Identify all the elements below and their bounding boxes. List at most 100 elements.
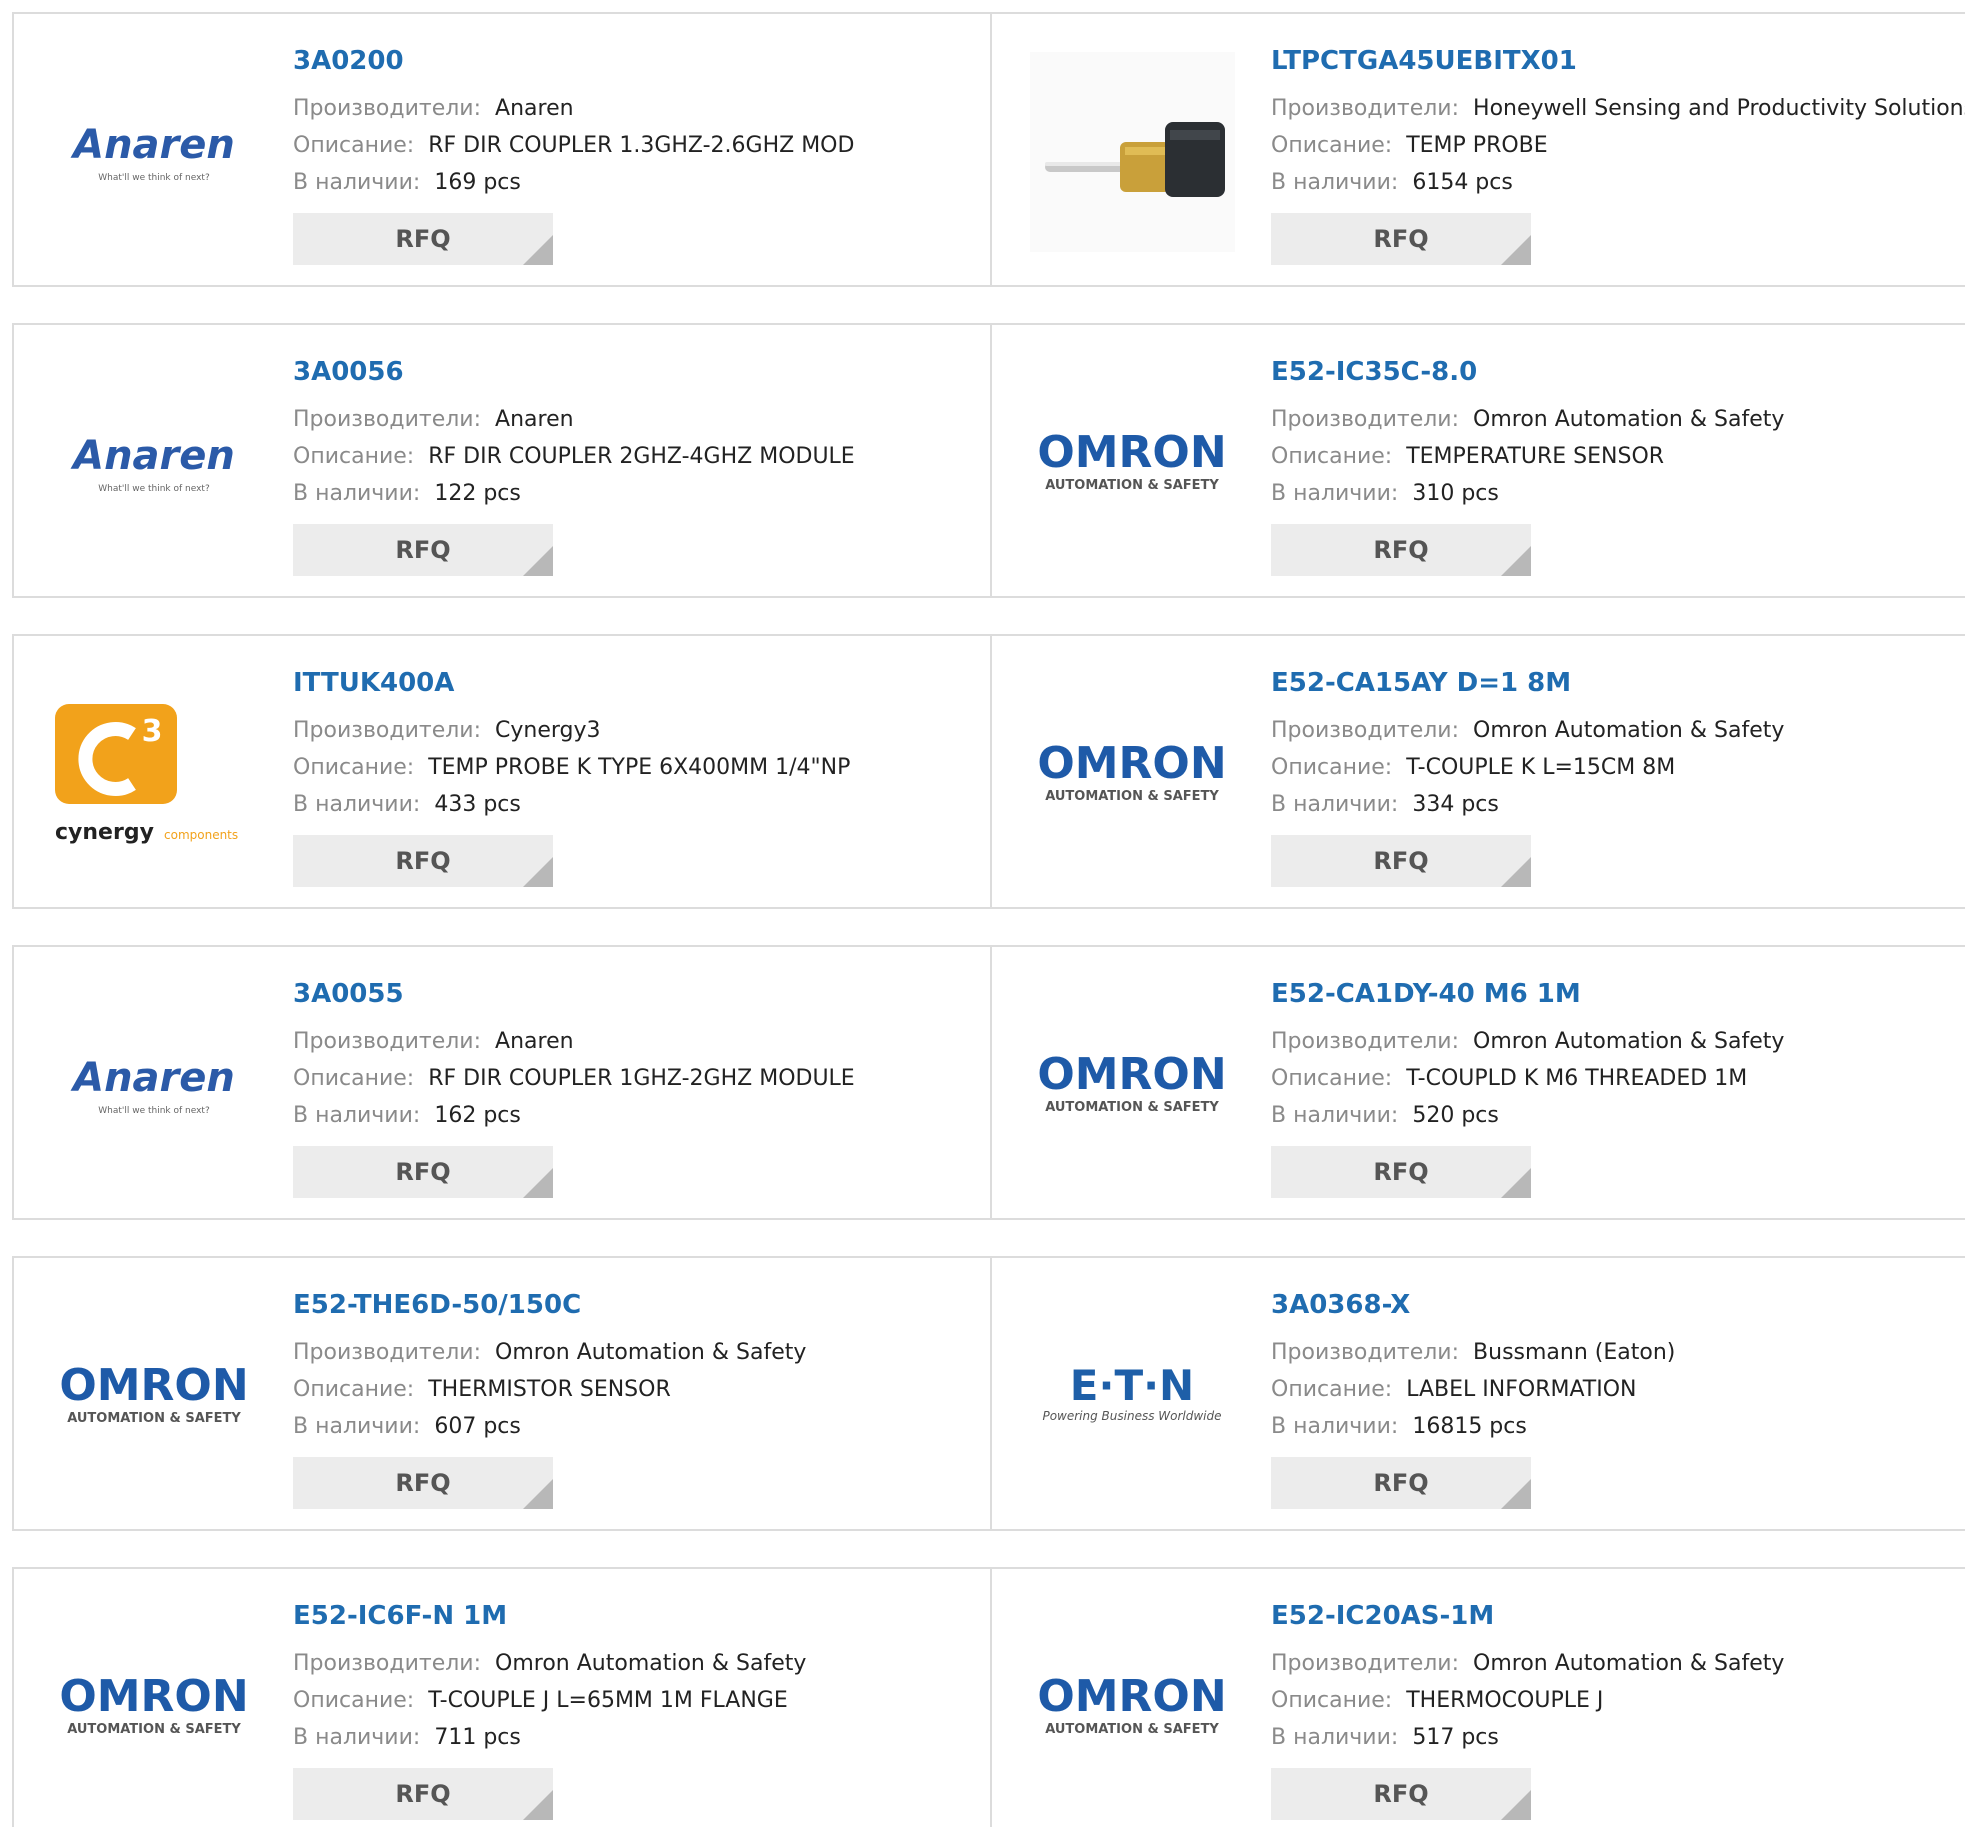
stock-label: В наличии: — [293, 1103, 421, 1128]
rfq-button[interactable]: RFQ — [293, 1146, 553, 1198]
manufacturer-value: Omron Automation & Safety — [1473, 407, 1785, 432]
manufacturer-label: Производители: — [293, 407, 482, 432]
svg-text:AUTOMATION & SAFETY: AUTOMATION & SAFETY — [1045, 789, 1219, 804]
stock-label: В наличии: — [1271, 792, 1399, 817]
description-line: Описание: TEMPERATURE SENSOR — [1271, 438, 1965, 475]
part-number-link[interactable]: E52-CA15AY D=1 8M — [1271, 666, 1965, 700]
description-line: Описание: TEMP PROBE K TYPE 6X400MM 1/4"N… — [293, 749, 990, 786]
svg-text:AUTOMATION & SAFETY: AUTOMATION & SAFETY — [1045, 1100, 1219, 1115]
manufacturer-value: Cynergy3 — [495, 718, 601, 743]
description-value: TEMPERATURE SENSOR — [1406, 444, 1665, 469]
stock-line: В наличии: 122 pcs — [293, 475, 990, 512]
product-info: 3A0368-X Производители: Bussmann (Eaton) … — [1271, 1288, 1965, 1445]
anaren-logo[interactable]: Anaren What'll we think of next? — [52, 985, 257, 1185]
svg-text:3: 3 — [142, 714, 163, 749]
eaton-logo[interactable]: E·T·N Powering Business Worldwide — [1030, 1296, 1235, 1496]
corner-triangle-icon — [1501, 1479, 1531, 1509]
cynergy3-logo[interactable]: 3 cynergy components — [52, 674, 257, 874]
description-line: Описание: THERMOCOUPLE J — [1271, 1682, 1965, 1719]
part-number-link[interactable]: E52-THE6D-50/150C — [293, 1288, 990, 1322]
product-info: E52-CA1DY-40 M6 1M Производители: Omron A… — [1271, 977, 1965, 1134]
product-card: OMRON AUTOMATION & SAFETY E52-IC35C-8.0 … — [992, 325, 1965, 596]
omron-logo[interactable]: OMRON AUTOMATION & SAFETY — [52, 1296, 257, 1496]
part-number-link[interactable]: LTPCTGA45UEBITX01 — [1271, 44, 1965, 78]
part-number-link[interactable]: 3A0368-X — [1271, 1288, 1965, 1322]
description-line: Описание: T-COUPLE J L=65MM 1M FLANGE — [293, 1682, 990, 1719]
product-card: OMRON AUTOMATION & SAFETY E52-CA1DY-40 M… — [992, 947, 1965, 1218]
manufacturer-line: Производители: Omron Automation & Safety — [1271, 712, 1965, 749]
product-info: ITTUK400A Производители: Cynergy3 Описани… — [293, 666, 990, 823]
product-info: E52-THE6D-50/150C Производители: Omron Au… — [293, 1288, 990, 1445]
description-line: Описание: LABEL INFORMATION — [1271, 1371, 1965, 1408]
manufacturer-label: Производители: — [1271, 96, 1460, 121]
rfq-label: RFQ — [395, 536, 451, 564]
product-card: 3 cynergy components ITTUK400A Производи… — [14, 636, 992, 907]
stock-value: 169 pcs — [434, 170, 521, 195]
anaren-logo[interactable]: Anaren What'll we think of next? — [52, 52, 257, 252]
part-number-link[interactable]: 3A0056 — [293, 355, 990, 389]
stock-value: 334 pcs — [1412, 792, 1499, 817]
description-line: Описание: THERMISTOR SENSOR — [293, 1371, 990, 1408]
description-label: Описание: — [1271, 1377, 1393, 1402]
part-number-link[interactable]: E52-IC20AS-1M — [1271, 1599, 1965, 1633]
stock-value: 607 pcs — [434, 1414, 521, 1439]
anaren-logo[interactable]: Anaren What'll we think of next? — [52, 363, 257, 563]
product-card: OMRON AUTOMATION & SAFETY E52-CA15AY D=1… — [992, 636, 1965, 907]
omron-logo[interactable]: OMRON AUTOMATION & SAFETY — [52, 1607, 257, 1807]
rfq-button[interactable]: RFQ — [293, 524, 553, 576]
product-row: Anaren What'll we think of next? 3A0200 … — [12, 12, 1965, 287]
rfq-label: RFQ — [1373, 1469, 1429, 1497]
rfq-button[interactable]: RFQ — [1271, 213, 1531, 265]
rfq-label: RFQ — [1373, 1780, 1429, 1808]
part-number-link[interactable]: E52-IC6F-N 1M — [293, 1599, 990, 1633]
manufacturer-line: Производители: Anaren — [293, 1023, 990, 1060]
rfq-label: RFQ — [1373, 847, 1429, 875]
svg-text:What'll we think of next?: What'll we think of next? — [98, 484, 210, 494]
part-number-link[interactable]: 3A0055 — [293, 977, 990, 1011]
description-label: Описание: — [1271, 444, 1393, 469]
description-value: LABEL INFORMATION — [1406, 1377, 1637, 1402]
stock-line: В наличии: 433 pcs — [293, 786, 990, 823]
svg-text:AUTOMATION & SAFETY: AUTOMATION & SAFETY — [1045, 1722, 1219, 1737]
svg-text:OMRON: OMRON — [59, 1360, 248, 1411]
rfq-button[interactable]: RFQ — [1271, 1457, 1531, 1509]
rfq-button[interactable]: RFQ — [293, 1457, 553, 1509]
product-card: Anaren What'll we think of next? 3A0200 … — [14, 14, 992, 285]
corner-triangle-icon — [1501, 235, 1531, 265]
rfq-button[interactable]: RFQ — [293, 1768, 553, 1820]
manufacturer-label: Производители: — [293, 718, 482, 743]
rfq-button[interactable]: RFQ — [293, 835, 553, 887]
omron-logo[interactable]: OMRON AUTOMATION & SAFETY — [1030, 674, 1235, 874]
description-line: Описание: TEMP PROBE — [1271, 127, 1965, 164]
stock-label: В наличии: — [1271, 1725, 1399, 1750]
description-line: Описание: RF DIR COUPLER 1GHZ-2GHZ MODULE — [293, 1060, 990, 1097]
part-number-link[interactable]: ITTUK400A — [293, 666, 990, 700]
probe-photo-logo[interactable] — [1030, 52, 1235, 252]
product-info: E52-CA15AY D=1 8M Производители: Omron Au… — [1271, 666, 1965, 823]
omron-logo[interactable]: OMRON AUTOMATION & SAFETY — [1030, 363, 1235, 563]
manufacturer-value: Omron Automation & Safety — [495, 1651, 807, 1676]
product-card: Anaren What'll we think of next? 3A0056 … — [14, 325, 992, 596]
rfq-button[interactable]: RFQ — [1271, 524, 1531, 576]
product-card: OMRON AUTOMATION & SAFETY E52-IC6F-N 1M … — [14, 1569, 992, 1827]
omron-logo[interactable]: OMRON AUTOMATION & SAFETY — [1030, 985, 1235, 1185]
manufacturer-value: Omron Automation & Safety — [1473, 1029, 1785, 1054]
omron-logo[interactable]: OMRON AUTOMATION & SAFETY — [1030, 1607, 1235, 1807]
part-number-link[interactable]: E52-IC35C-8.0 — [1271, 355, 1965, 389]
stock-line: В наличии: 16815 pcs — [1271, 1408, 1965, 1445]
manufacturer-value: Omron Automation & Safety — [1473, 1651, 1785, 1676]
rfq-button[interactable]: RFQ — [1271, 835, 1531, 887]
rfq-button[interactable]: RFQ — [1271, 1146, 1531, 1198]
stock-value: 16815 pcs — [1412, 1414, 1527, 1439]
product-info: E52-IC35C-8.0 Производители: Omron Automa… — [1271, 355, 1965, 512]
stock-line: В наличии: 711 pcs — [293, 1719, 990, 1756]
part-number-link[interactable]: E52-CA1DY-40 M6 1M — [1271, 977, 1965, 1011]
product-row: OMRON AUTOMATION & SAFETY E52-THE6D-50/1… — [12, 1256, 1965, 1531]
stock-line: В наличии: 517 pcs — [1271, 1719, 1965, 1756]
rfq-button[interactable]: RFQ — [293, 213, 553, 265]
part-number-link[interactable]: 3A0200 — [293, 44, 990, 78]
rfq-button[interactable]: RFQ — [1271, 1768, 1531, 1820]
corner-triangle-icon — [1501, 857, 1531, 887]
manufacturer-label: Производители: — [293, 96, 482, 121]
manufacturer-label: Производители: — [293, 1651, 482, 1676]
